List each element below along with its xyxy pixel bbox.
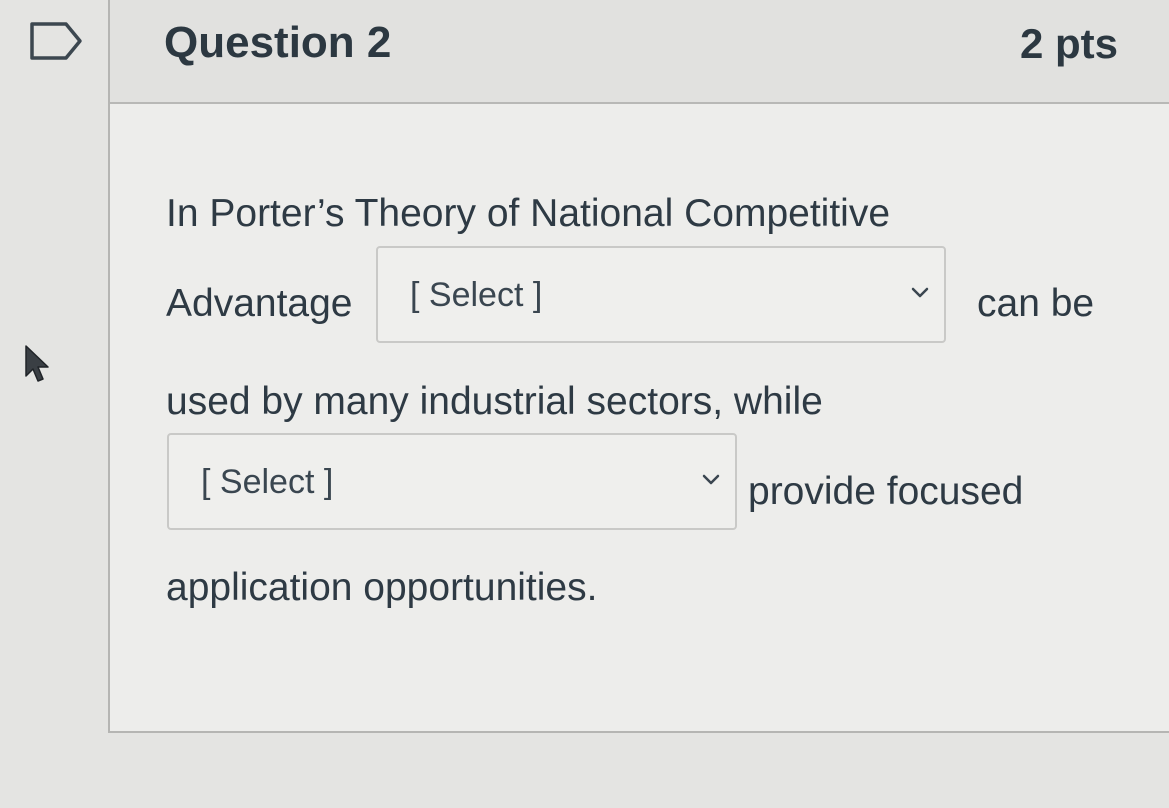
question-points: 2 pts xyxy=(1019,20,1118,67)
question-text-line-5: application opportunities. xyxy=(166,566,598,609)
question-title: Question 2 xyxy=(164,18,392,67)
question-card: Question 2 2 pts In Porter’s Theory of N… xyxy=(108,0,1169,733)
mouse-pointer-icon xyxy=(25,345,49,382)
question-text-advantage: Advantage xyxy=(166,282,353,325)
chevron-down-icon xyxy=(911,287,929,298)
answer-select-1-value: [ Select ] xyxy=(410,276,543,314)
question-text-can-be: can be xyxy=(977,282,1095,325)
question-header: Question 2 2 pts xyxy=(110,0,1169,104)
chevron-down-icon xyxy=(702,474,720,485)
question-text-line-3: used by many industrial sectors, while xyxy=(166,380,823,423)
answer-select-1[interactable]: [ Select ] xyxy=(376,246,946,343)
answer-select-2-value: [ Select ] xyxy=(201,463,334,501)
question-body: In Porter’s Theory of National Competiti… xyxy=(110,104,1169,731)
question-text-line-1: In Porter’s Theory of National Competiti… xyxy=(166,192,891,235)
flag-question-icon[interactable] xyxy=(28,20,84,62)
answer-select-2[interactable]: [ Select ] xyxy=(167,433,737,530)
question-text-provide: provide focused xyxy=(748,470,1024,513)
